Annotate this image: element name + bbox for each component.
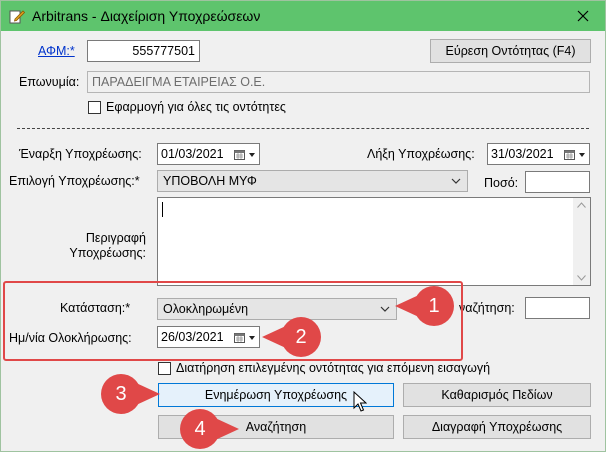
close-icon <box>577 10 589 22</box>
description-scrollbar[interactable] <box>573 198 590 285</box>
afm-input[interactable]: 555777501 <box>87 40 200 62</box>
callout-number: 4 <box>194 417 206 440</box>
delete-obligation-button[interactable]: Διαγραφή Υποχρέωσης <box>403 415 591 439</box>
callout-1: 1 <box>395 285 455 327</box>
mouse-cursor-icon <box>353 391 367 412</box>
callout-number: 3 <box>115 382 127 405</box>
app-window: Arbitrans - Διαχείριση Υποχρεώσεων ΑΦΜ:*… <box>0 0 606 452</box>
apply-all-checkbox[interactable] <box>88 101 101 114</box>
callout-2: 2 <box>262 316 322 358</box>
chevron-down-icon <box>579 153 585 157</box>
callout-number: 2 <box>295 325 307 348</box>
scroll-up-icon[interactable] <box>577 202 586 208</box>
calendar-icon <box>564 150 575 160</box>
end-date-label: Λήξη Υποχρέωσης: <box>367 147 475 161</box>
description-label-line2: Υποχρέωσης: <box>69 246 146 260</box>
search-input[interactable] <box>525 297 590 319</box>
section-divider <box>17 128 589 129</box>
clear-fields-button[interactable]: Καθαρισμός Πεδίων <box>403 383 591 407</box>
end-date-picker[interactable]: 31/03/2021 <box>487 143 590 165</box>
window-title: Arbitrans - Διαχείριση Υποχρεώσεων <box>32 8 261 24</box>
company-name-field: ΠΑΡΑΔΕΙΓΜΑ ΕΤΑΙΡΕΙΑΣ Ο.Ε. <box>87 71 590 93</box>
description-label-line1: Περιγραφή <box>85 231 146 245</box>
start-date-label: Έναρξη Υποχρέωσης: <box>19 147 142 161</box>
name-label: Επωνυμία: <box>19 75 80 89</box>
callout-4: 4 <box>179 408 239 450</box>
keep-entity-label[interactable]: Διατήρηση επιλεγμένης οντότητας για επόμ… <box>176 361 490 375</box>
close-button[interactable] <box>561 1 605 31</box>
callout-number: 1 <box>428 294 440 317</box>
start-date-value: 01/03/2021 <box>161 147 224 161</box>
apply-all-label[interactable]: Εφαρμογή για όλες τις οντότητες <box>106 100 286 114</box>
obligation-select[interactable]: ΥΠΟΒΟΛΗ ΜΥΦ <box>157 170 468 192</box>
description-textarea[interactable] <box>157 197 591 286</box>
start-date-picker[interactable]: 01/03/2021 <box>157 143 260 165</box>
callout-3: 3 <box>100 373 160 415</box>
chevron-down-icon <box>451 178 461 184</box>
afm-label-link[interactable]: ΑΦΜ:* <box>38 44 75 58</box>
pencil-edit-icon <box>9 10 25 24</box>
annotation-highlight-box <box>3 281 463 361</box>
obligation-label: Επιλογή Υποχρέωσης:* <box>9 174 140 188</box>
title-bar[interactable]: Arbitrans - Διαχείριση Υποχρεώσεων <box>1 1 605 31</box>
end-date-value: 31/03/2021 <box>491 147 554 161</box>
find-entity-button[interactable]: Εύρεση Οντότητας (F4) <box>430 39 591 63</box>
obligation-select-value: ΥΠΟΒΟΛΗ ΜΥΦ <box>163 174 257 188</box>
scroll-down-icon[interactable] <box>577 275 586 281</box>
text-caret <box>162 202 163 217</box>
amount-label: Ποσό: <box>484 176 519 190</box>
search-field-label: ναζήτηση: <box>459 301 515 315</box>
chevron-down-icon <box>249 153 255 157</box>
amount-input[interactable] <box>525 171 590 193</box>
calendar-icon <box>234 150 245 160</box>
